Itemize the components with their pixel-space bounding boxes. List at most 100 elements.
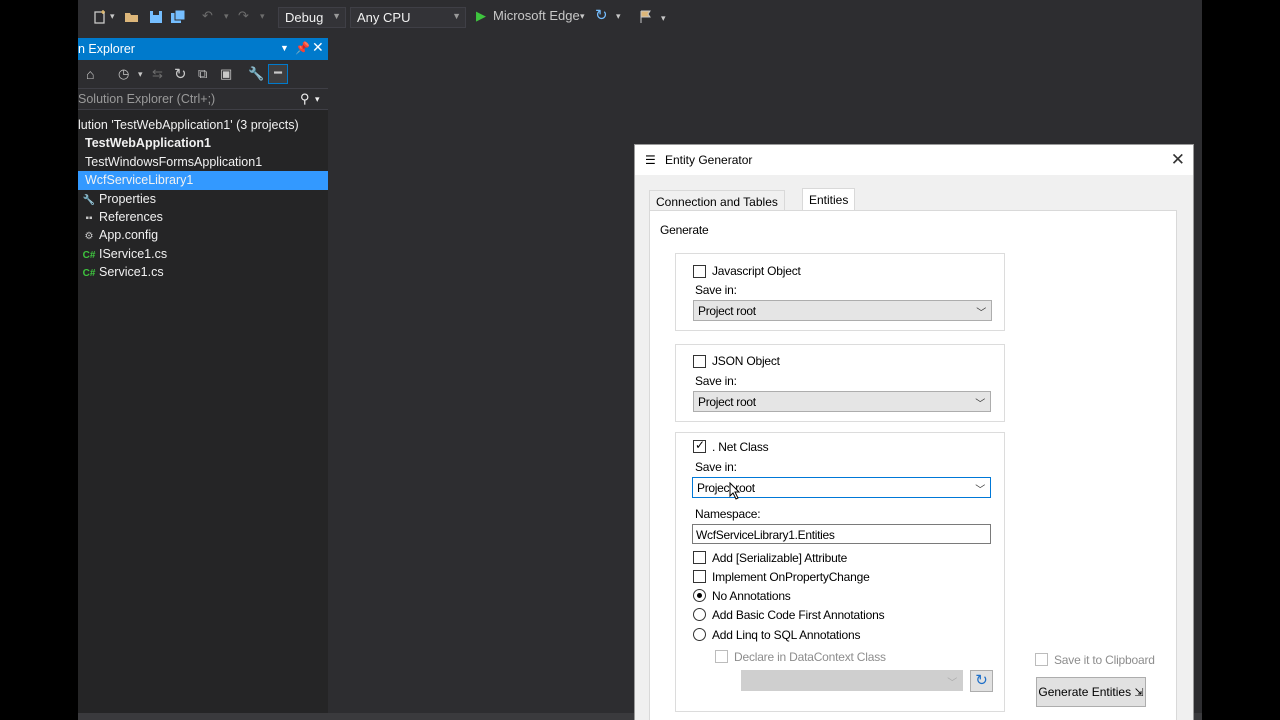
- datacontext-label: Declare in DataContext Class: [734, 650, 886, 664]
- chevron-down-icon: ﹀: [975, 399, 985, 410]
- chevron-down-icon: ▼: [332, 11, 341, 21]
- json-checkbox[interactable]: [693, 355, 706, 368]
- property-change-label: Implement OnPropertyChange: [712, 570, 870, 584]
- configuration-combo[interactable]: Debug ▼: [278, 7, 346, 28]
- platform-combo[interactable]: Any CPU ▼: [350, 7, 466, 28]
- refresh-icon[interactable]: ↻: [174, 65, 187, 83]
- tree-node-project[interactable]: TestWebApplication1: [78, 134, 328, 152]
- generate-entities-label: Generate Entities: [1038, 685, 1132, 699]
- net-class-label: . Net Class: [712, 440, 769, 454]
- redo-icon[interactable]: ↷: [238, 8, 249, 24]
- chevron-down-icon: ﹀: [975, 485, 985, 496]
- chevron-down-icon: ﹀: [947, 678, 957, 689]
- refresh-datacontext-button[interactable]: ↻: [970, 670, 993, 692]
- generate-icon: ⇲: [1134, 687, 1144, 699]
- generate-heading: Generate: [660, 223, 709, 237]
- linq-to-sql-label: Add Linq to SQL Annotations: [712, 628, 861, 642]
- solution-explorer-panel: n Explorer ▼ 📌 ✕ ⌂ ◷ ▾ ⇆ ↻ ⧉ ▣ 🔧 ━ Solut…: [78, 38, 328, 713]
- show-all-files-icon[interactable]: ▣: [220, 66, 232, 82]
- search-icon[interactable]: ⚲: [300, 91, 310, 107]
- search-placeholder: Solution Explorer (Ctrl+;): [78, 92, 216, 106]
- pin-icon[interactable]: 📌: [295, 41, 310, 55]
- generate-entities-button[interactable]: Generate Entities ⇲: [1036, 677, 1146, 707]
- tree-node-file[interactable]: ⚙ App.config: [78, 226, 328, 244]
- run-target-label[interactable]: Microsoft Edge: [493, 8, 580, 23]
- solution-explorer-title-bar: n Explorer ▼ 📌 ✕: [78, 38, 328, 60]
- tab-entities[interactable]: Entities: [802, 188, 856, 212]
- refresh-dropdown-icon[interactable]: ▾: [616, 11, 621, 22]
- tree-node-file[interactable]: C# Service1.cs: [78, 263, 328, 281]
- panel-menu-icon[interactable]: ▼: [280, 43, 289, 53]
- tree-node-project-selected[interactable]: WcfServiceLibrary1: [78, 171, 328, 190]
- new-project-icon[interactable]: [92, 9, 108, 25]
- properties-wrench-icon[interactable]: 🔧: [248, 66, 264, 82]
- new-dropdown-icon[interactable]: ▾: [110, 11, 115, 22]
- net-class-checkbox[interactable]: ✓: [693, 438, 706, 453]
- dropdown-value: Project root: [698, 304, 756, 318]
- close-icon[interactable]: ✕: [312, 39, 324, 56]
- refresh-icon: ↻: [975, 672, 988, 689]
- tree-node-label: TestWindowsFormsApplication1: [85, 154, 263, 169]
- tree-node-label: TestWebApplication1: [85, 136, 211, 151]
- code-first-radio[interactable]: [693, 608, 706, 621]
- toolbar-overflow-icon[interactable]: ▾: [661, 13, 666, 24]
- save-in-label: Save in:: [695, 460, 737, 474]
- search-options-icon[interactable]: ▾: [315, 94, 320, 105]
- solution-explorer-toolbar: ⌂ ◷ ▾ ⇆ ↻ ⧉ ▣ 🔧 ━: [78, 60, 328, 88]
- close-icon[interactable]: ✕: [1171, 150, 1185, 170]
- home-icon[interactable]: ⌂: [86, 66, 94, 82]
- linq-to-sql-radio[interactable]: [693, 628, 706, 641]
- dialog-title-bar: ☰ Entity Generator ✕: [635, 145, 1193, 175]
- serializable-label: Add [Serializable] Attribute: [712, 551, 848, 565]
- save-all-icon[interactable]: [170, 9, 186, 25]
- save-icon[interactable]: [148, 9, 164, 25]
- csharp-icon: C#: [82, 268, 96, 280]
- tree-node-project[interactable]: TestWindowsFormsApplication1: [78, 153, 328, 171]
- serializable-checkbox[interactable]: [693, 551, 706, 564]
- property-change-checkbox[interactable]: [693, 570, 706, 583]
- sync-icon[interactable]: ⇆: [152, 66, 163, 82]
- flag-icon[interactable]: [638, 9, 654, 25]
- start-debug-icon[interactable]: ▶: [476, 8, 486, 24]
- platform-value: Any CPU: [357, 10, 411, 25]
- no-annotations-radio[interactable]: [693, 589, 706, 602]
- undo-dropdown-icon[interactable]: ▾: [224, 11, 229, 22]
- json-save-in-dropdown[interactable]: Project root ﹀: [693, 391, 991, 412]
- save-in-label: Save in:: [695, 374, 737, 388]
- tab-connection-and-tables[interactable]: Connection and Tables: [649, 190, 785, 211]
- tree-node-file[interactable]: C# IService1.cs: [78, 245, 328, 263]
- tree-node-properties[interactable]: 🔧 Properties: [78, 190, 328, 208]
- namespace-field[interactable]: WcfServiceLibrary1.Entities: [692, 524, 991, 544]
- main-toolbar: ▾ ↶ ▾ ↷ ▾ Debug ▼ Any CPU ▼ ▶ Microsoft …: [78, 0, 1202, 36]
- net-class-group: ✓ . Net Class Save in: Project root ﹀ Na…: [675, 432, 1005, 712]
- undo-icon[interactable]: ↶: [202, 8, 213, 24]
- clipboard-checkbox[interactable]: [1035, 653, 1048, 666]
- visual-studio-window: ▾ ↶ ▾ ↷ ▾ Debug ▼ Any CPU ▼ ▶ Microsoft …: [78, 0, 1202, 720]
- solution-explorer-search[interactable]: Solution Explorer (Ctrl+;) ⚲ ▾: [78, 88, 328, 110]
- solution-explorer-title: n Explorer: [78, 42, 135, 56]
- json-group: JSON Object Save in: Project root ﹀: [675, 344, 1005, 422]
- collapse-all-icon[interactable]: ⧉: [198, 66, 207, 82]
- radio-selected-dot: [697, 593, 702, 598]
- json-label: JSON Object: [712, 354, 780, 368]
- run-target-dropdown-icon[interactable]: ▾: [580, 11, 585, 22]
- tab-label: Connection and Tables: [656, 195, 778, 209]
- history-icon[interactable]: ◷: [118, 66, 129, 82]
- save-in-label: Save in:: [695, 283, 737, 297]
- javascript-group: Javascript Object Save in: Project root …: [675, 253, 1005, 331]
- entity-generator-icon: ☰: [645, 153, 656, 167]
- history-dropdown-icon[interactable]: ▾: [138, 69, 143, 80]
- refresh-icon[interactable]: ↻: [595, 6, 608, 24]
- tree-node-label: WcfServiceLibrary1: [85, 173, 194, 188]
- javascript-save-in-dropdown[interactable]: Project root ﹀: [693, 300, 992, 321]
- preview-selected-icon[interactable]: ━: [268, 64, 288, 84]
- tree-node-references[interactable]: ▪▪ References: [78, 208, 328, 226]
- tab-label: Entities: [809, 193, 849, 207]
- open-folder-icon[interactable]: [124, 9, 140, 25]
- tree-node-solution[interactable]: lution 'TestWebApplication1' (3 projects…: [78, 116, 328, 134]
- chevron-down-icon: ▼: [452, 11, 461, 21]
- datacontext-dropdown[interactable]: ﹀: [741, 670, 963, 691]
- redo-dropdown-icon[interactable]: ▾: [260, 11, 265, 22]
- javascript-checkbox[interactable]: [693, 265, 706, 278]
- datacontext-checkbox[interactable]: [715, 650, 728, 663]
